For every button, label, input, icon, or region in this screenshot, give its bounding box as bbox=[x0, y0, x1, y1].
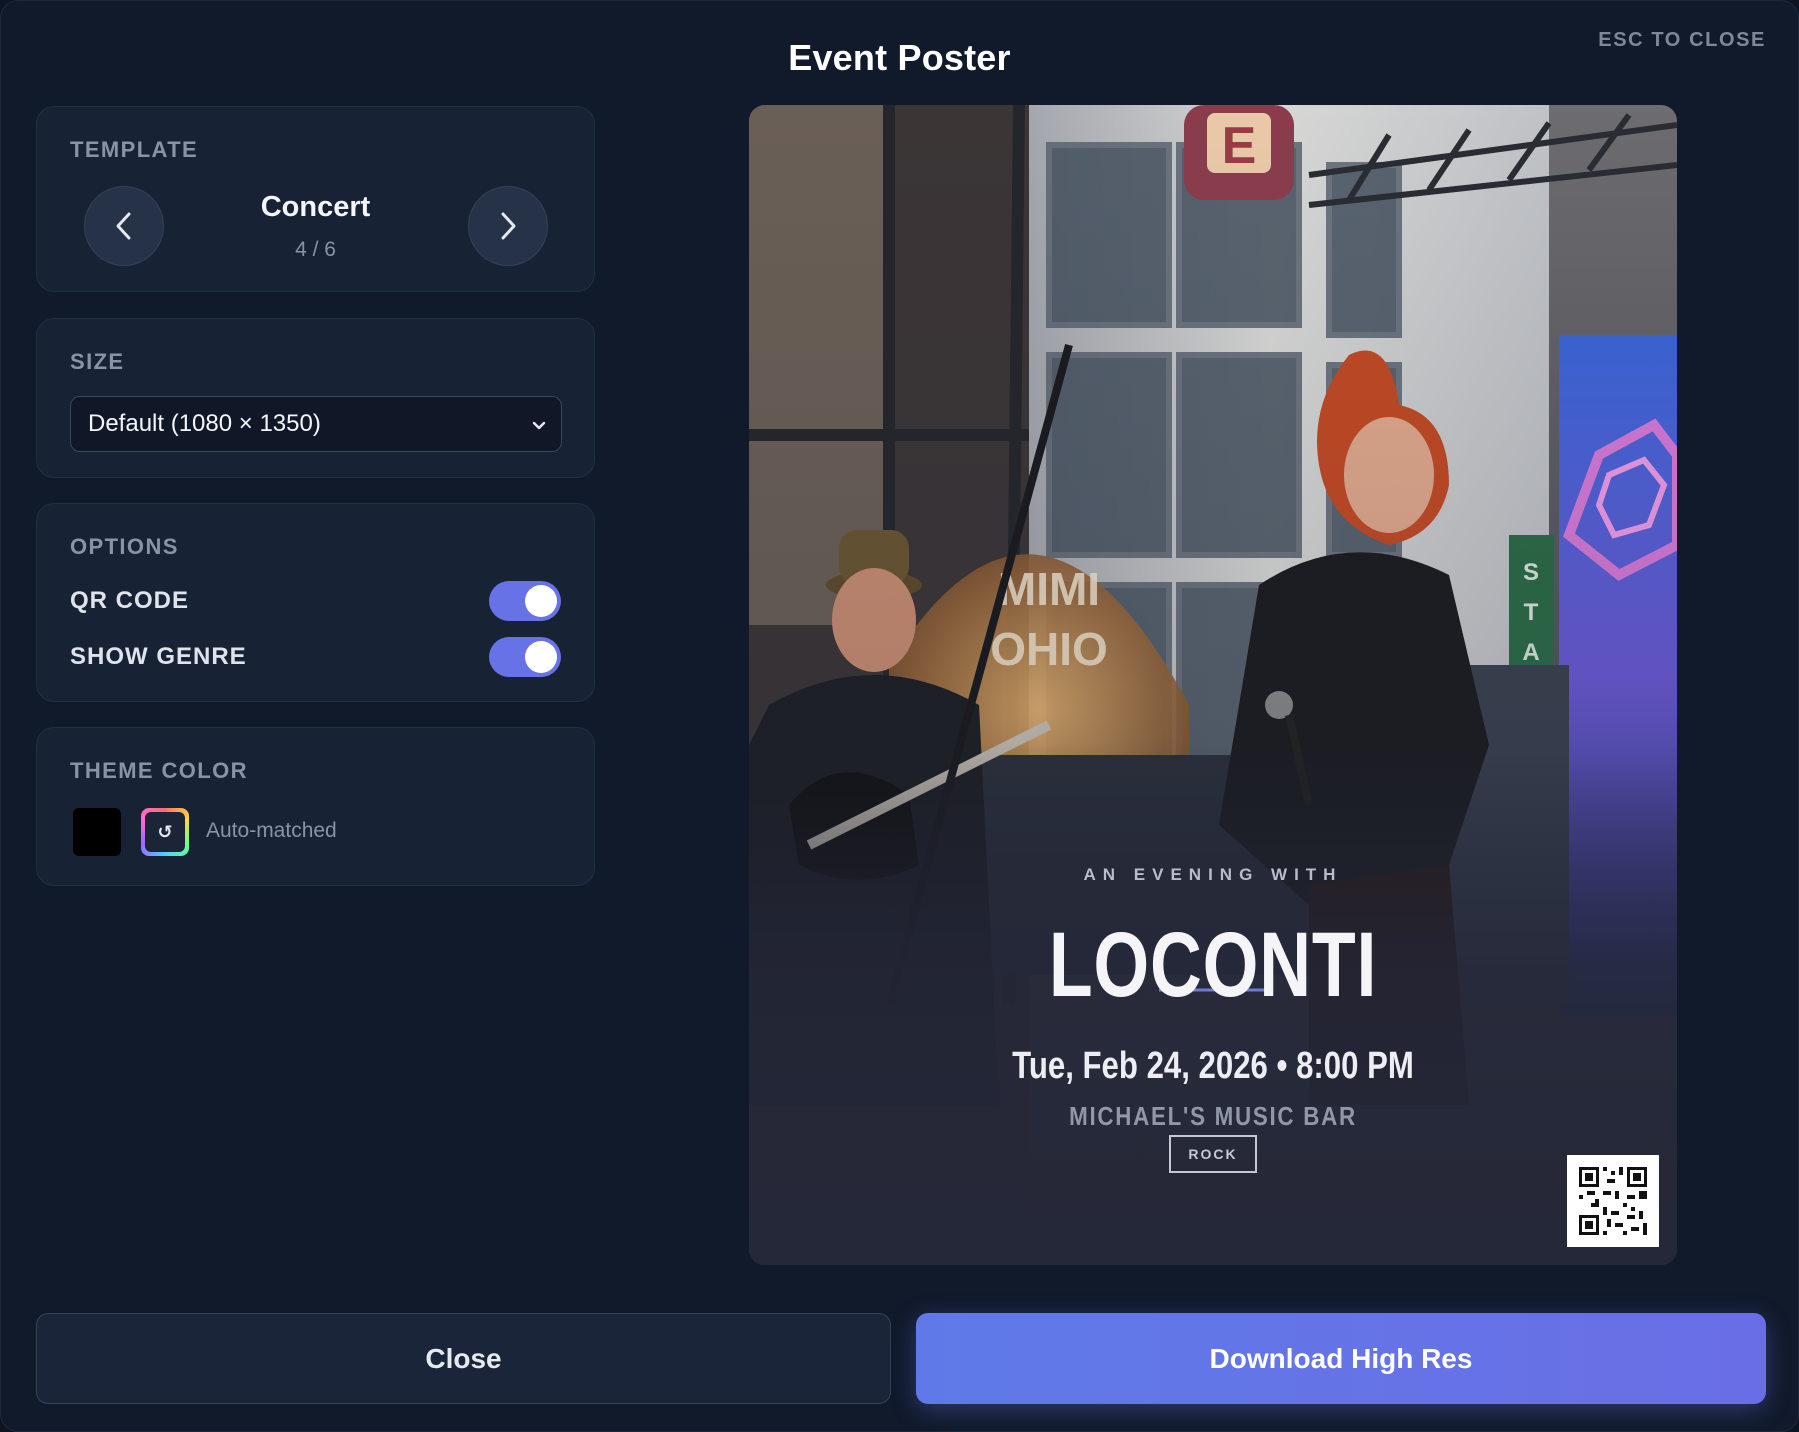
template-label: TEMPLATE bbox=[70, 137, 199, 162]
qr-code-option: QR CODE bbox=[70, 580, 561, 622]
auto-match-button[interactable]: ↺ bbox=[141, 808, 189, 856]
poster-preview: E MIMI OHIO S T A T bbox=[749, 105, 1677, 1265]
show-genre-toggle[interactable] bbox=[489, 637, 561, 677]
color-swatch[interactable] bbox=[73, 808, 121, 856]
poster-datetime: Tue, Feb 24, 2026 • 8:00 PM bbox=[1012, 1045, 1414, 1087]
genre-badge: ROCK bbox=[1169, 1135, 1257, 1173]
size-select-value: Default (1080 × 1350) bbox=[88, 410, 321, 437]
size-panel: SIZE Default (1080 × 1350) bbox=[36, 318, 595, 478]
chevron-right-icon bbox=[501, 212, 516, 240]
show-genre-option: SHOW GENRE bbox=[70, 636, 561, 678]
close-button[interactable]: Close bbox=[36, 1313, 891, 1404]
size-select[interactable]: Default (1080 × 1350) bbox=[70, 396, 562, 452]
options-panel: OPTIONS QR CODE SHOW GENRE bbox=[36, 503, 595, 702]
theme-color-panel: THEME COLOR ↺ Auto-matched bbox=[36, 727, 595, 886]
modal-title: Event Poster bbox=[788, 37, 1011, 78]
template-panel: TEMPLATE Concert 4 / 6 bbox=[36, 106, 595, 292]
options-label: OPTIONS bbox=[70, 534, 179, 559]
poster-venue: MICHAEL'S MUSIC BAR bbox=[1069, 1101, 1357, 1131]
show-genre-label: SHOW GENRE bbox=[70, 643, 247, 670]
poster-eyebrow: AN EVENING WITH bbox=[1083, 865, 1343, 884]
event-poster-modal: Event Poster ESC TO CLOSE TEMPLATE Conce… bbox=[0, 0, 1799, 1432]
theme-color-label: THEME COLOR bbox=[70, 758, 248, 783]
download-high-res-button[interactable]: Download High Res bbox=[916, 1313, 1766, 1404]
qr-code-toggle[interactable] bbox=[489, 581, 561, 621]
qr-code bbox=[1567, 1155, 1659, 1247]
concert-photo: E MIMI OHIO S T A T bbox=[749, 105, 1677, 1265]
poster-headliner: LOCONTI bbox=[1048, 914, 1378, 1016]
qr-code-label: QR CODE bbox=[70, 587, 190, 614]
toggle-knob bbox=[525, 641, 557, 673]
auto-matched-label: Auto-matched bbox=[206, 819, 337, 842]
reset-icon: ↺ bbox=[145, 812, 185, 852]
size-label: SIZE bbox=[70, 349, 125, 374]
toggle-knob bbox=[525, 585, 557, 617]
qr-code-icon bbox=[1567, 1155, 1659, 1247]
esc-to-close-hint[interactable]: ESC TO CLOSE bbox=[1598, 29, 1766, 52]
next-template-button[interactable] bbox=[468, 186, 548, 266]
chevron-down-icon bbox=[532, 421, 546, 430]
